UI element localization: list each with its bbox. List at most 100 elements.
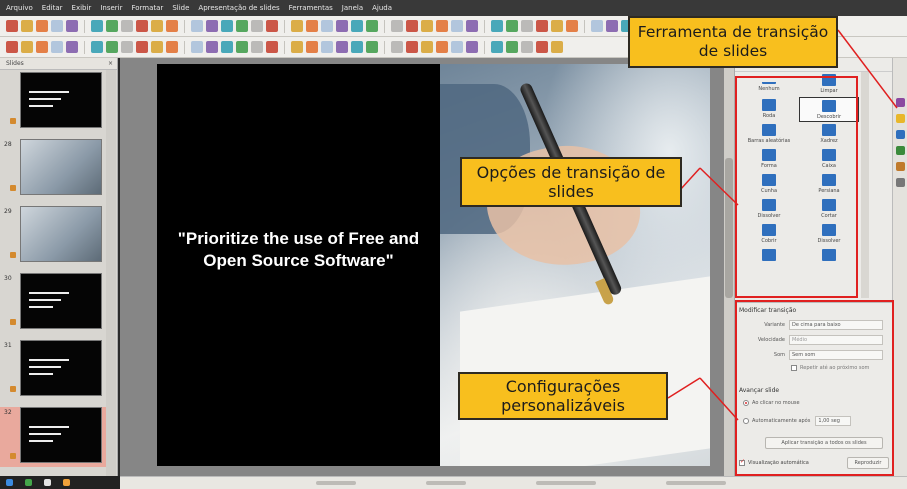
standard-tool-icon[interactable] bbox=[166, 20, 178, 32]
drawing-tool-icon[interactable] bbox=[106, 41, 118, 53]
menu-item[interactable]: Apresentação de slides bbox=[198, 4, 279, 12]
slide-thumbnail-item[interactable]: 32 bbox=[0, 407, 110, 467]
standard-tool-icon[interactable] bbox=[191, 20, 203, 32]
drawing-tool-icon[interactable] bbox=[306, 41, 318, 53]
navigator-icon[interactable] bbox=[896, 130, 905, 139]
browser-icon[interactable] bbox=[63, 479, 70, 486]
drawing-tool-icon[interactable] bbox=[91, 41, 103, 53]
standard-tool-icon[interactable] bbox=[466, 20, 478, 32]
standard-tool-icon[interactable] bbox=[366, 20, 378, 32]
drawing-tool-icon[interactable] bbox=[551, 41, 563, 53]
standard-tool-icon[interactable] bbox=[391, 20, 403, 32]
standard-tool-icon[interactable] bbox=[336, 20, 348, 32]
slide-thumbnail-item[interactable]: 29 bbox=[0, 206, 110, 266]
standard-tool-icon[interactable] bbox=[51, 20, 63, 32]
drawing-tool-icon[interactable] bbox=[536, 41, 548, 53]
styles-icon[interactable] bbox=[896, 146, 905, 155]
standard-tool-icon[interactable] bbox=[66, 20, 78, 32]
close-icon[interactable]: × bbox=[108, 60, 113, 67]
drawing-tool-icon[interactable] bbox=[291, 41, 303, 53]
standard-tool-icon[interactable] bbox=[106, 20, 118, 32]
drawing-tool-icon[interactable] bbox=[436, 41, 448, 53]
standard-tool-icon[interactable] bbox=[21, 20, 33, 32]
drawing-tool-icon[interactable] bbox=[151, 41, 163, 53]
standard-tool-icon[interactable] bbox=[221, 20, 233, 32]
standard-tool-icon[interactable] bbox=[551, 20, 563, 32]
menu-item[interactable]: Janela bbox=[342, 4, 363, 12]
standard-tool-icon[interactable] bbox=[206, 20, 218, 32]
files-icon[interactable] bbox=[44, 479, 51, 486]
drawing-tool-icon[interactable] bbox=[166, 41, 178, 53]
drawing-tool-icon[interactable] bbox=[251, 41, 263, 53]
standard-tool-icon[interactable] bbox=[136, 20, 148, 32]
drawing-tool-icon[interactable] bbox=[351, 41, 363, 53]
menu-item[interactable]: Slide bbox=[172, 4, 189, 12]
drawing-tool-icon[interactable] bbox=[451, 41, 463, 53]
drawing-tool-icon[interactable] bbox=[466, 41, 478, 53]
drawing-tool-icon[interactable] bbox=[36, 41, 48, 53]
standard-tool-icon[interactable] bbox=[451, 20, 463, 32]
zoom-slider[interactable] bbox=[666, 481, 726, 485]
animation-icon[interactable] bbox=[896, 178, 905, 187]
menu-item[interactable]: Formatar bbox=[131, 4, 163, 12]
slides-pane-scrollbar[interactable] bbox=[106, 70, 116, 476]
drawing-tool-icon[interactable] bbox=[321, 41, 333, 53]
slide-thumbnail[interactable] bbox=[20, 139, 102, 195]
slide-quote[interactable]: "Prioritize the use of Free and Open Sou… bbox=[161, 228, 436, 272]
standard-tool-icon[interactable] bbox=[306, 20, 318, 32]
drawing-tool-icon[interactable] bbox=[21, 41, 33, 53]
standard-tool-icon[interactable] bbox=[351, 20, 363, 32]
drawing-tool-icon[interactable] bbox=[366, 41, 378, 53]
standard-tool-icon[interactable] bbox=[591, 20, 603, 32]
drawing-tool-icon[interactable] bbox=[391, 41, 403, 53]
standard-tool-icon[interactable] bbox=[236, 20, 248, 32]
standard-tool-icon[interactable] bbox=[521, 20, 533, 32]
menu-item[interactable]: Inserir bbox=[100, 4, 122, 12]
slide-thumbnail-item[interactable]: 31 bbox=[0, 340, 110, 400]
standard-tool-icon[interactable] bbox=[36, 20, 48, 32]
menu-item[interactable]: Ferramentas bbox=[289, 4, 333, 12]
standard-tool-icon[interactable] bbox=[291, 20, 303, 32]
drawing-tool-icon[interactable] bbox=[121, 41, 133, 53]
drawing-tool-icon[interactable] bbox=[6, 41, 18, 53]
drawing-tool-icon[interactable] bbox=[266, 41, 278, 53]
master-slides-icon[interactable] bbox=[896, 162, 905, 171]
gallery-icon[interactable] bbox=[896, 114, 905, 123]
drawing-tool-icon[interactable] bbox=[336, 41, 348, 53]
drawing-tool-icon[interactable] bbox=[506, 41, 518, 53]
transition-list-scrollbar[interactable] bbox=[861, 72, 869, 298]
slide-thumbnail-item[interactable] bbox=[0, 72, 110, 132]
standard-tool-icon[interactable] bbox=[251, 20, 263, 32]
standard-tool-icon[interactable] bbox=[406, 20, 418, 32]
standard-tool-icon[interactable] bbox=[266, 20, 278, 32]
standard-tool-icon[interactable] bbox=[566, 20, 578, 32]
drawing-tool-icon[interactable] bbox=[221, 41, 233, 53]
standard-tool-icon[interactable] bbox=[151, 20, 163, 32]
canvas-scrollbar-thumb[interactable] bbox=[725, 158, 733, 298]
slide-thumbnail-item[interactable]: 28 bbox=[0, 139, 110, 199]
slide-thumbnail-item[interactable]: 30 bbox=[0, 273, 110, 333]
app-launcher-icon[interactable] bbox=[25, 479, 32, 486]
drawing-tool-icon[interactable] bbox=[51, 41, 63, 53]
drawing-tool-icon[interactable] bbox=[191, 41, 203, 53]
standard-tool-icon[interactable] bbox=[491, 20, 503, 32]
standard-tool-icon[interactable] bbox=[536, 20, 548, 32]
drawing-tool-icon[interactable] bbox=[421, 41, 433, 53]
slide-thumbnail[interactable] bbox=[20, 340, 102, 396]
standard-tool-icon[interactable] bbox=[321, 20, 333, 32]
properties-icon[interactable] bbox=[896, 98, 905, 107]
start-menu-icon[interactable] bbox=[6, 479, 13, 486]
standard-tool-icon[interactable] bbox=[506, 20, 518, 32]
menu-item[interactable]: Exibir bbox=[72, 4, 92, 12]
drawing-tool-icon[interactable] bbox=[491, 41, 503, 53]
menu-item[interactable]: Editar bbox=[42, 4, 63, 12]
standard-tool-icon[interactable] bbox=[6, 20, 18, 32]
standard-tool-icon[interactable] bbox=[421, 20, 433, 32]
slide-thumbnail[interactable] bbox=[20, 206, 102, 262]
drawing-tool-icon[interactable] bbox=[136, 41, 148, 53]
menu-item[interactable]: Ajuda bbox=[372, 4, 392, 12]
slide-thumbnail[interactable] bbox=[20, 72, 102, 128]
slide-thumbnail[interactable] bbox=[20, 407, 102, 463]
standard-tool-icon[interactable] bbox=[606, 20, 618, 32]
slide-thumbnail[interactable] bbox=[20, 273, 102, 329]
